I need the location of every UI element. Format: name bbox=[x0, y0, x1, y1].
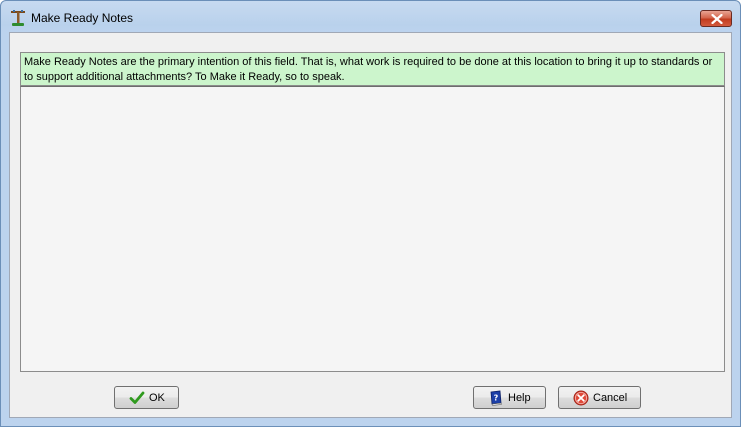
title-bar[interactable]: Make Ready Notes bbox=[1, 1, 740, 32]
help-book-icon: ? bbox=[488, 390, 504, 406]
window-title: Make Ready Notes bbox=[31, 11, 134, 25]
help-button[interactable]: ? Help bbox=[473, 386, 546, 409]
checkmark-icon bbox=[129, 390, 145, 406]
cancel-label: Cancel bbox=[593, 392, 628, 404]
info-description: Make Ready Notes are the primary intenti… bbox=[20, 52, 725, 86]
dialog-content: Make Ready Notes are the primary intenti… bbox=[9, 32, 732, 418]
ok-button[interactable]: OK bbox=[114, 386, 179, 409]
help-label: Help bbox=[508, 392, 531, 404]
close-button[interactable] bbox=[700, 10, 732, 27]
utility-pole-icon bbox=[9, 9, 27, 27]
make-ready-notes-input[interactable] bbox=[20, 86, 725, 372]
dialog-window: Make Ready Notes Make Ready Notes are th… bbox=[0, 0, 741, 427]
ok-label: OK bbox=[149, 392, 165, 404]
cancel-circle-icon bbox=[573, 390, 589, 406]
close-icon bbox=[711, 14, 723, 24]
svg-text:?: ? bbox=[494, 394, 499, 403]
cancel-button[interactable]: Cancel bbox=[558, 386, 641, 409]
